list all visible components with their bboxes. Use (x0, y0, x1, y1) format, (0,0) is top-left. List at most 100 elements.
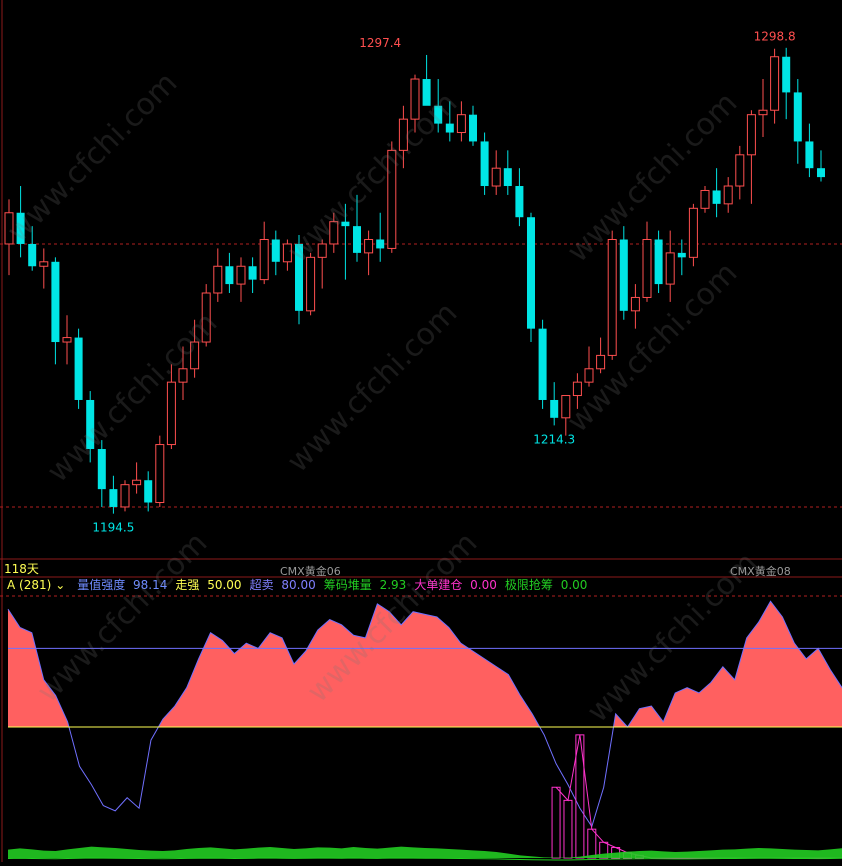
indicator-item-value: 80.00 (277, 578, 316, 592)
candle-body (155, 444, 165, 504)
accumulation-area (8, 846, 842, 858)
candle-body (770, 56, 780, 111)
indicator-item-label: 量值强度 (77, 578, 126, 592)
candle-body (572, 381, 582, 397)
candle-body (329, 221, 339, 245)
candle-body (550, 399, 559, 418)
candle-body (410, 78, 420, 120)
candle-body (642, 239, 652, 298)
candle-body (271, 239, 280, 262)
candle-body (688, 207, 698, 258)
candle-body (109, 489, 118, 507)
candle-body (28, 243, 37, 267)
candle-body (376, 239, 385, 249)
indicator-item: 量值强度 98.14 (77, 578, 171, 592)
big-order-bar (563, 799, 573, 859)
candle-body (665, 252, 675, 285)
candle-body (630, 296, 640, 312)
accumulation-line (7, 857, 842, 861)
candle-body (178, 368, 188, 383)
candle-body (74, 337, 83, 400)
candle-body (225, 266, 234, 285)
candle-body (491, 167, 501, 187)
candle-body (677, 252, 686, 258)
candle-body (723, 185, 733, 205)
indicator-selector[interactable]: A (281) ⌄ (7, 578, 73, 592)
candle-body (782, 56, 791, 93)
candle-body (259, 239, 269, 281)
candle-body (793, 92, 802, 142)
price-annotation: 1214.3 (533, 432, 575, 446)
indicator-item-value: 50.00 (203, 578, 242, 592)
candle-body (166, 381, 176, 446)
candle-body (746, 114, 756, 156)
indicator-item: 走强 50.00 (175, 578, 245, 592)
candle-body (39, 261, 49, 267)
candle-body (515, 186, 524, 218)
big-order-bar (551, 786, 561, 859)
candle-body (398, 118, 408, 151)
candle-body (456, 114, 466, 134)
candle-body (364, 239, 374, 254)
indicator-item: 大单建仓 0.00 (414, 578, 501, 592)
candle-body (317, 243, 327, 258)
candle-body (213, 265, 223, 294)
candle-body (527, 217, 535, 329)
indicator-item: 筹码堆量 2.93 (324, 578, 411, 592)
candle-body (445, 123, 454, 133)
chevron-down-icon: ⌄ (55, 578, 66, 592)
candle-body (97, 449, 106, 490)
big-order-envelope (555, 734, 842, 859)
candle-body (422, 79, 431, 106)
indicator-item-value: 0.00 (466, 578, 497, 592)
candle-body (86, 399, 95, 450)
candle-body (353, 226, 361, 253)
price-annotation: 1298.8 (754, 30, 796, 44)
candle-body (619, 239, 628, 311)
candle-body (503, 168, 512, 187)
indicator-items: 量值强度 98.14 走强 50.00 超卖 80.00 筹码堆量 2.93 大单建仓 … (77, 578, 595, 592)
candle-body (584, 368, 594, 383)
price-annotation: 1297.4 (359, 36, 401, 50)
candle-body (712, 190, 721, 204)
candle-body (248, 266, 257, 280)
candle-body (295, 243, 303, 311)
indicator-info-bar: A (281) ⌄ 量值强度 98.14 走强 50.00 超卖 80.00 筹码堆量 … (0, 576, 842, 594)
indicator-item-value: 98.14 (129, 578, 168, 592)
indicator-item-value: 0.00 (556, 578, 588, 592)
candle-body (817, 168, 825, 178)
chart-area: 1297.4 1298.8 1214.3 1194.5 (0, 0, 842, 862)
candle-body (201, 292, 211, 343)
candle-body (120, 484, 130, 508)
indicator-item: 极限抢筹 0.00 (505, 578, 592, 592)
candle-body (805, 141, 814, 169)
indicator-item-label: 大单建仓 (414, 578, 463, 592)
indicator-name: A (281) (7, 578, 52, 592)
candle-body (4, 212, 14, 245)
candle-body (16, 212, 25, 244)
candle-body (387, 149, 397, 249)
candle-body (434, 105, 443, 124)
indicator-item-label: 极限抢筹 (504, 578, 553, 592)
strength-area (8, 601, 842, 727)
indicator-item-label: 走强 (175, 578, 200, 592)
candle-body (341, 221, 350, 227)
indicator-item-value: 2.93 (375, 578, 407, 592)
candle-body (480, 141, 489, 187)
candle-body (700, 189, 710, 209)
candle-body (144, 480, 153, 503)
candle-body (735, 154, 745, 187)
candle-body (654, 239, 663, 285)
candle-body (62, 337, 72, 343)
candle-body (132, 479, 142, 486)
candle-body (538, 328, 547, 400)
indicator-item-label: 超卖 (249, 578, 274, 592)
candle-body (469, 114, 477, 142)
candle-body (190, 341, 200, 370)
candle-body (51, 261, 60, 343)
indicator-item: 超卖 80.00 (250, 578, 320, 592)
candle-body (282, 243, 292, 263)
days-label: 118天 (4, 562, 39, 576)
candle-body (306, 256, 316, 312)
indicator-item-label: 筹码堆量 (323, 578, 372, 592)
